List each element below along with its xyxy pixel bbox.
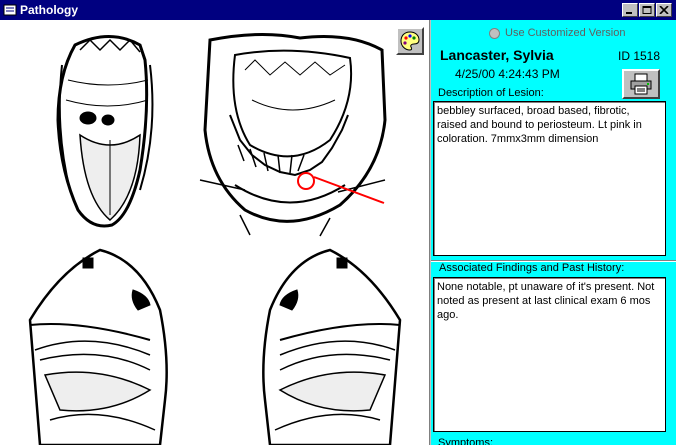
palette-button[interactable]	[396, 27, 424, 55]
description-textbox[interactable]: bebbley surfaced, broad based, fibrotic,…	[433, 101, 666, 256]
lower-arch-drawing	[199, 32, 387, 237]
exam-datetime: 4/25/00 4:24:43 PM	[455, 67, 560, 81]
close-button[interactable]	[656, 3, 672, 17]
printer-icon	[630, 73, 652, 95]
tongue-view-drawing	[56, 35, 154, 228]
oral-anatomy-drawings	[28, 32, 402, 445]
print-button[interactable]	[622, 69, 660, 99]
associated-findings-label: Associated Findings and Past History:	[436, 262, 668, 277]
palette-icon	[400, 31, 420, 51]
symptoms-label: Symptoms:	[438, 437, 494, 445]
minimize-button[interactable]	[622, 3, 638, 17]
window-title: Pathology	[20, 3, 79, 17]
description-label: Description of Lesion:	[438, 87, 544, 99]
patient-info-panel: Use Customized Version Lancaster, Sylvia…	[431, 20, 676, 445]
right-sagittal-drawing	[262, 248, 402, 445]
close-icon	[659, 6, 669, 14]
form-icon	[3, 3, 17, 17]
window-title-bar[interactable]: Pathology	[0, 0, 676, 20]
left-sagittal-drawing	[28, 248, 168, 445]
use-customized-label: Use Customized Version	[505, 27, 626, 39]
associated-findings-textbox[interactable]: None notable, pt unaware of it's present…	[433, 277, 666, 432]
lesion-marker	[297, 172, 385, 204]
use-customized-radio[interactable]	[489, 28, 500, 39]
oral-anatomy-diagram-area[interactable]	[0, 20, 430, 445]
maximize-icon	[642, 6, 652, 14]
patient-name: Lancaster, Sylvia	[440, 47, 554, 63]
patient-id: ID 1518	[618, 49, 661, 63]
maximize-button[interactable]	[639, 3, 655, 17]
minimize-icon	[626, 12, 632, 14]
